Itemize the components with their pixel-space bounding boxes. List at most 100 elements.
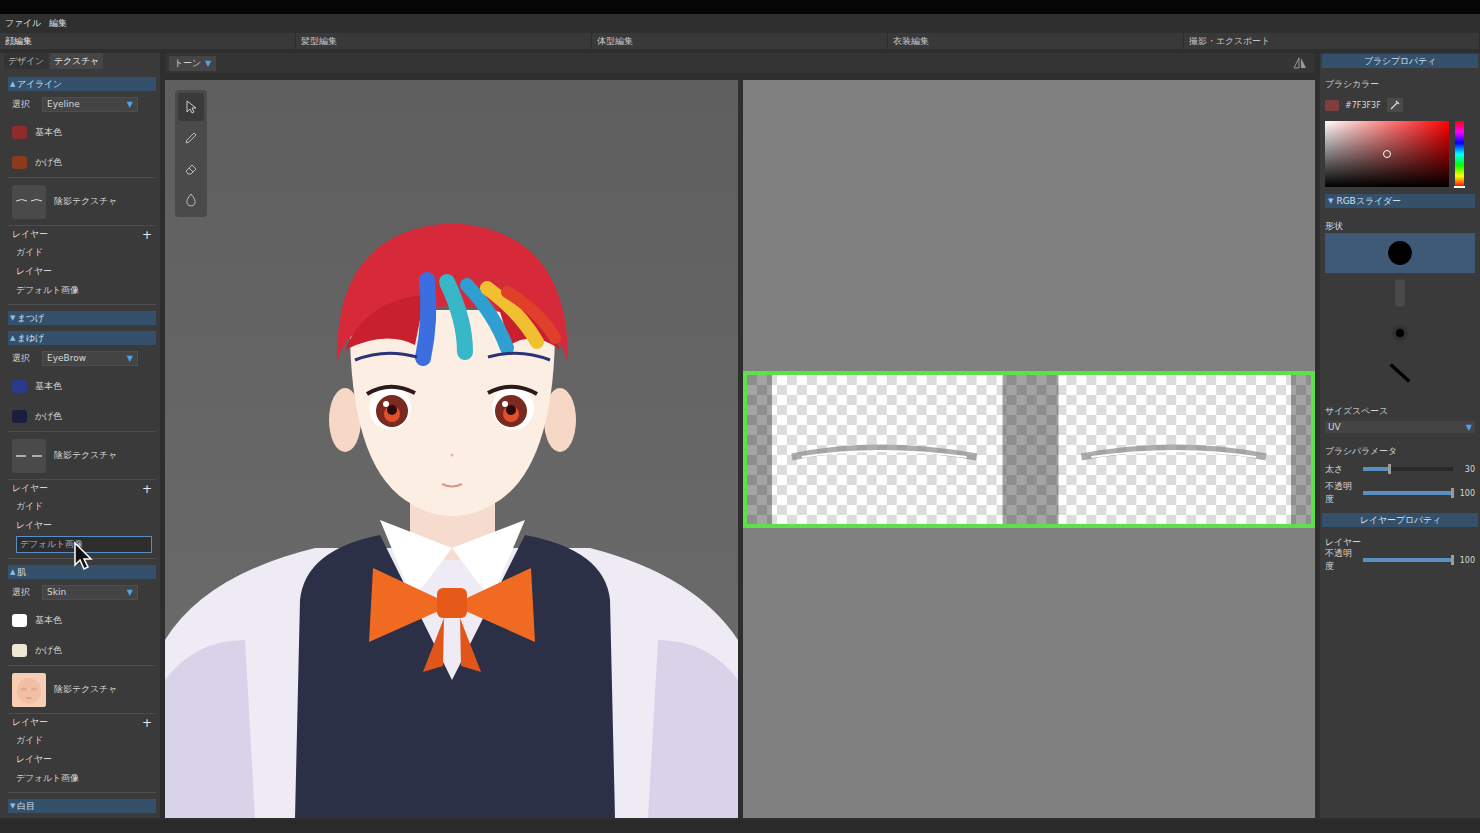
tool-button[interactable] xyxy=(178,186,204,214)
section-header[interactable]: ▲肌 xyxy=(8,565,156,579)
mode-tab[interactable]: 撮影・エクスポート xyxy=(1184,33,1480,49)
brush-color-swatch[interactable] xyxy=(1325,100,1339,111)
panel-tab[interactable]: デザイン xyxy=(4,53,48,69)
slider-thumb[interactable] xyxy=(1451,555,1454,565)
picker-marker[interactable] xyxy=(1383,150,1391,158)
brush-color-hex[interactable]: #7F3F3F xyxy=(1345,101,1381,110)
color-row[interactable]: かげ色 xyxy=(8,147,156,177)
texture-row[interactable]: 陰影テクスチャ xyxy=(8,431,156,479)
panes xyxy=(165,80,1315,818)
saturation-value-area[interactable] xyxy=(1325,121,1449,187)
section-header[interactable]: ▼まつげ xyxy=(8,311,156,325)
layer-item[interactable]: デフォルト画像 xyxy=(8,281,156,300)
size-space-dropdown[interactable]: UV▼ xyxy=(1325,421,1475,433)
material-dropdown[interactable]: Eyeline▼ xyxy=(42,97,138,112)
render-mode-dropdown[interactable]: トーン▼ xyxy=(169,56,216,71)
section-body: 選択Skin▼基本色かげ色陰影テクスチャレイヤー+ガイドレイヤーデフォルト画像 xyxy=(8,579,156,793)
texture-image[interactable] xyxy=(743,371,1315,528)
section-header[interactable]: ▼白目 xyxy=(8,799,156,813)
brush-shape-list xyxy=(1325,233,1475,393)
line-brush-icon xyxy=(1383,356,1417,390)
material-dropdown[interactable]: EyeBrow▼ xyxy=(42,351,138,366)
eyeline-thumb-icon xyxy=(12,185,46,219)
color-row[interactable]: 基本色 xyxy=(8,371,156,401)
slider-thumb[interactable] xyxy=(1388,464,1391,474)
status-bar xyxy=(0,820,1480,833)
mirror-button[interactable] xyxy=(1291,55,1309,71)
right-panel: ブラシプロパティブラシカラー#7F3F3F▼RGBスライダー形状サイズスペースU… xyxy=(1320,53,1480,818)
3d-viewport[interactable] xyxy=(165,80,738,818)
layer-label: レイヤー xyxy=(1325,535,1475,549)
layer-item[interactable]: デフォルト画像 xyxy=(8,535,156,554)
color-swatch[interactable] xyxy=(12,614,27,627)
rgb-slider-header[interactable]: ▼RGBスライダー xyxy=(1325,194,1475,208)
texture-canvas[interactable] xyxy=(743,80,1315,818)
section: ▲アイライン選択Eyeline▼基本色かげ色陰影テクスチャレイヤー+ガイドレイヤ… xyxy=(8,77,156,305)
color-row[interactable]: かげ色 xyxy=(8,635,156,665)
section: ▼まつげ xyxy=(8,311,156,325)
avatar-render xyxy=(165,80,738,818)
layer-item[interactable]: ガイド xyxy=(8,497,156,516)
menu-item[interactable]: ファイル xyxy=(4,17,42,30)
layer-item[interactable]: ガイド xyxy=(8,731,156,750)
color-swatch[interactable] xyxy=(12,156,27,169)
tool-button[interactable] xyxy=(178,155,204,183)
color-swatch[interactable] xyxy=(12,410,27,423)
material-dropdown[interactable]: Skin▼ xyxy=(42,585,138,600)
eyedropper-button[interactable] xyxy=(1387,98,1403,112)
select-row: 選択Skin▼ xyxy=(8,579,156,605)
layer-item[interactable]: ガイド xyxy=(8,243,156,262)
layer-item[interactable]: デフォルト画像 xyxy=(8,769,156,788)
mode-tab[interactable]: 衣装編集 xyxy=(888,33,1184,49)
brush-params-label: ブラシパラメータ xyxy=(1325,444,1475,458)
texture-thumbnail[interactable] xyxy=(12,673,46,707)
menu-bar: ファイル編集 xyxy=(0,14,1480,33)
brush-shape[interactable] xyxy=(1325,233,1475,273)
section-list: ▲アイライン選択Eyeline▼基本色かげ色陰影テクスチャレイヤー+ガイドレイヤ… xyxy=(0,69,160,818)
pen-icon xyxy=(183,130,199,146)
layer-item[interactable]: レイヤー xyxy=(8,516,156,535)
color-row[interactable]: 基本色 xyxy=(8,117,156,147)
color-row[interactable]: 基本色 xyxy=(8,605,156,635)
brush-color-label: ブラシカラー xyxy=(1325,77,1475,91)
size-space-label: サイズスペース xyxy=(1325,404,1475,418)
brush-color-row: #7F3F3F xyxy=(1325,98,1475,112)
brush-shape[interactable] xyxy=(1325,273,1475,313)
color-swatch[interactable] xyxy=(12,126,27,139)
color-swatch[interactable] xyxy=(12,644,27,657)
brush-shape[interactable] xyxy=(1325,353,1475,393)
editor-area: トーン▼ xyxy=(165,53,1315,818)
hue-bar[interactable] xyxy=(1455,121,1464,187)
mode-tab[interactable]: 髪型編集 xyxy=(296,33,592,49)
mirror-icon xyxy=(1293,57,1307,69)
hue-marker[interactable] xyxy=(1454,186,1465,188)
slider-track[interactable] xyxy=(1363,558,1453,562)
layer-item[interactable]: レイヤー xyxy=(8,262,156,281)
brush-properties-header: ブラシプロパティ xyxy=(1322,54,1478,68)
add-layer-button[interactable]: + xyxy=(142,717,152,729)
section-header[interactable]: ▲まゆげ xyxy=(8,331,156,345)
tool-button[interactable] xyxy=(178,124,204,152)
texture-thumbnail[interactable] xyxy=(12,185,46,219)
color-row[interactable]: かげ色 xyxy=(8,401,156,431)
panel-tab[interactable]: テクスチャ xyxy=(50,53,103,69)
add-layer-button[interactable]: + xyxy=(142,483,152,495)
section-header[interactable]: ▲アイライン xyxy=(8,77,156,91)
left-panel: デザインテクスチャ▲アイライン選択Eyeline▼基本色かげ色陰影テクスチャレイ… xyxy=(0,53,160,818)
slider-track[interactable] xyxy=(1363,491,1453,495)
texture-row[interactable]: 陰影テクスチャ xyxy=(8,177,156,225)
menu-item[interactable]: 編集 xyxy=(48,17,68,30)
mode-tab[interactable]: 体型編集 xyxy=(592,33,888,49)
mode-tab[interactable]: 顔編集 xyxy=(0,33,296,49)
color-swatch[interactable] xyxy=(12,380,27,393)
texture-thumbnail[interactable] xyxy=(12,439,46,473)
slider-thumb[interactable] xyxy=(1451,488,1454,498)
layer-item[interactable]: レイヤー xyxy=(8,750,156,769)
expand-icon: ▼ xyxy=(10,314,15,322)
slider-track[interactable] xyxy=(1363,467,1453,471)
texture-row[interactable]: 陰影テクスチャ xyxy=(8,665,156,713)
add-layer-button[interactable]: + xyxy=(142,229,152,241)
brush-shape[interactable] xyxy=(1325,313,1475,353)
tool-button[interactable] xyxy=(178,93,204,121)
eyebrow-texture xyxy=(747,375,1311,524)
